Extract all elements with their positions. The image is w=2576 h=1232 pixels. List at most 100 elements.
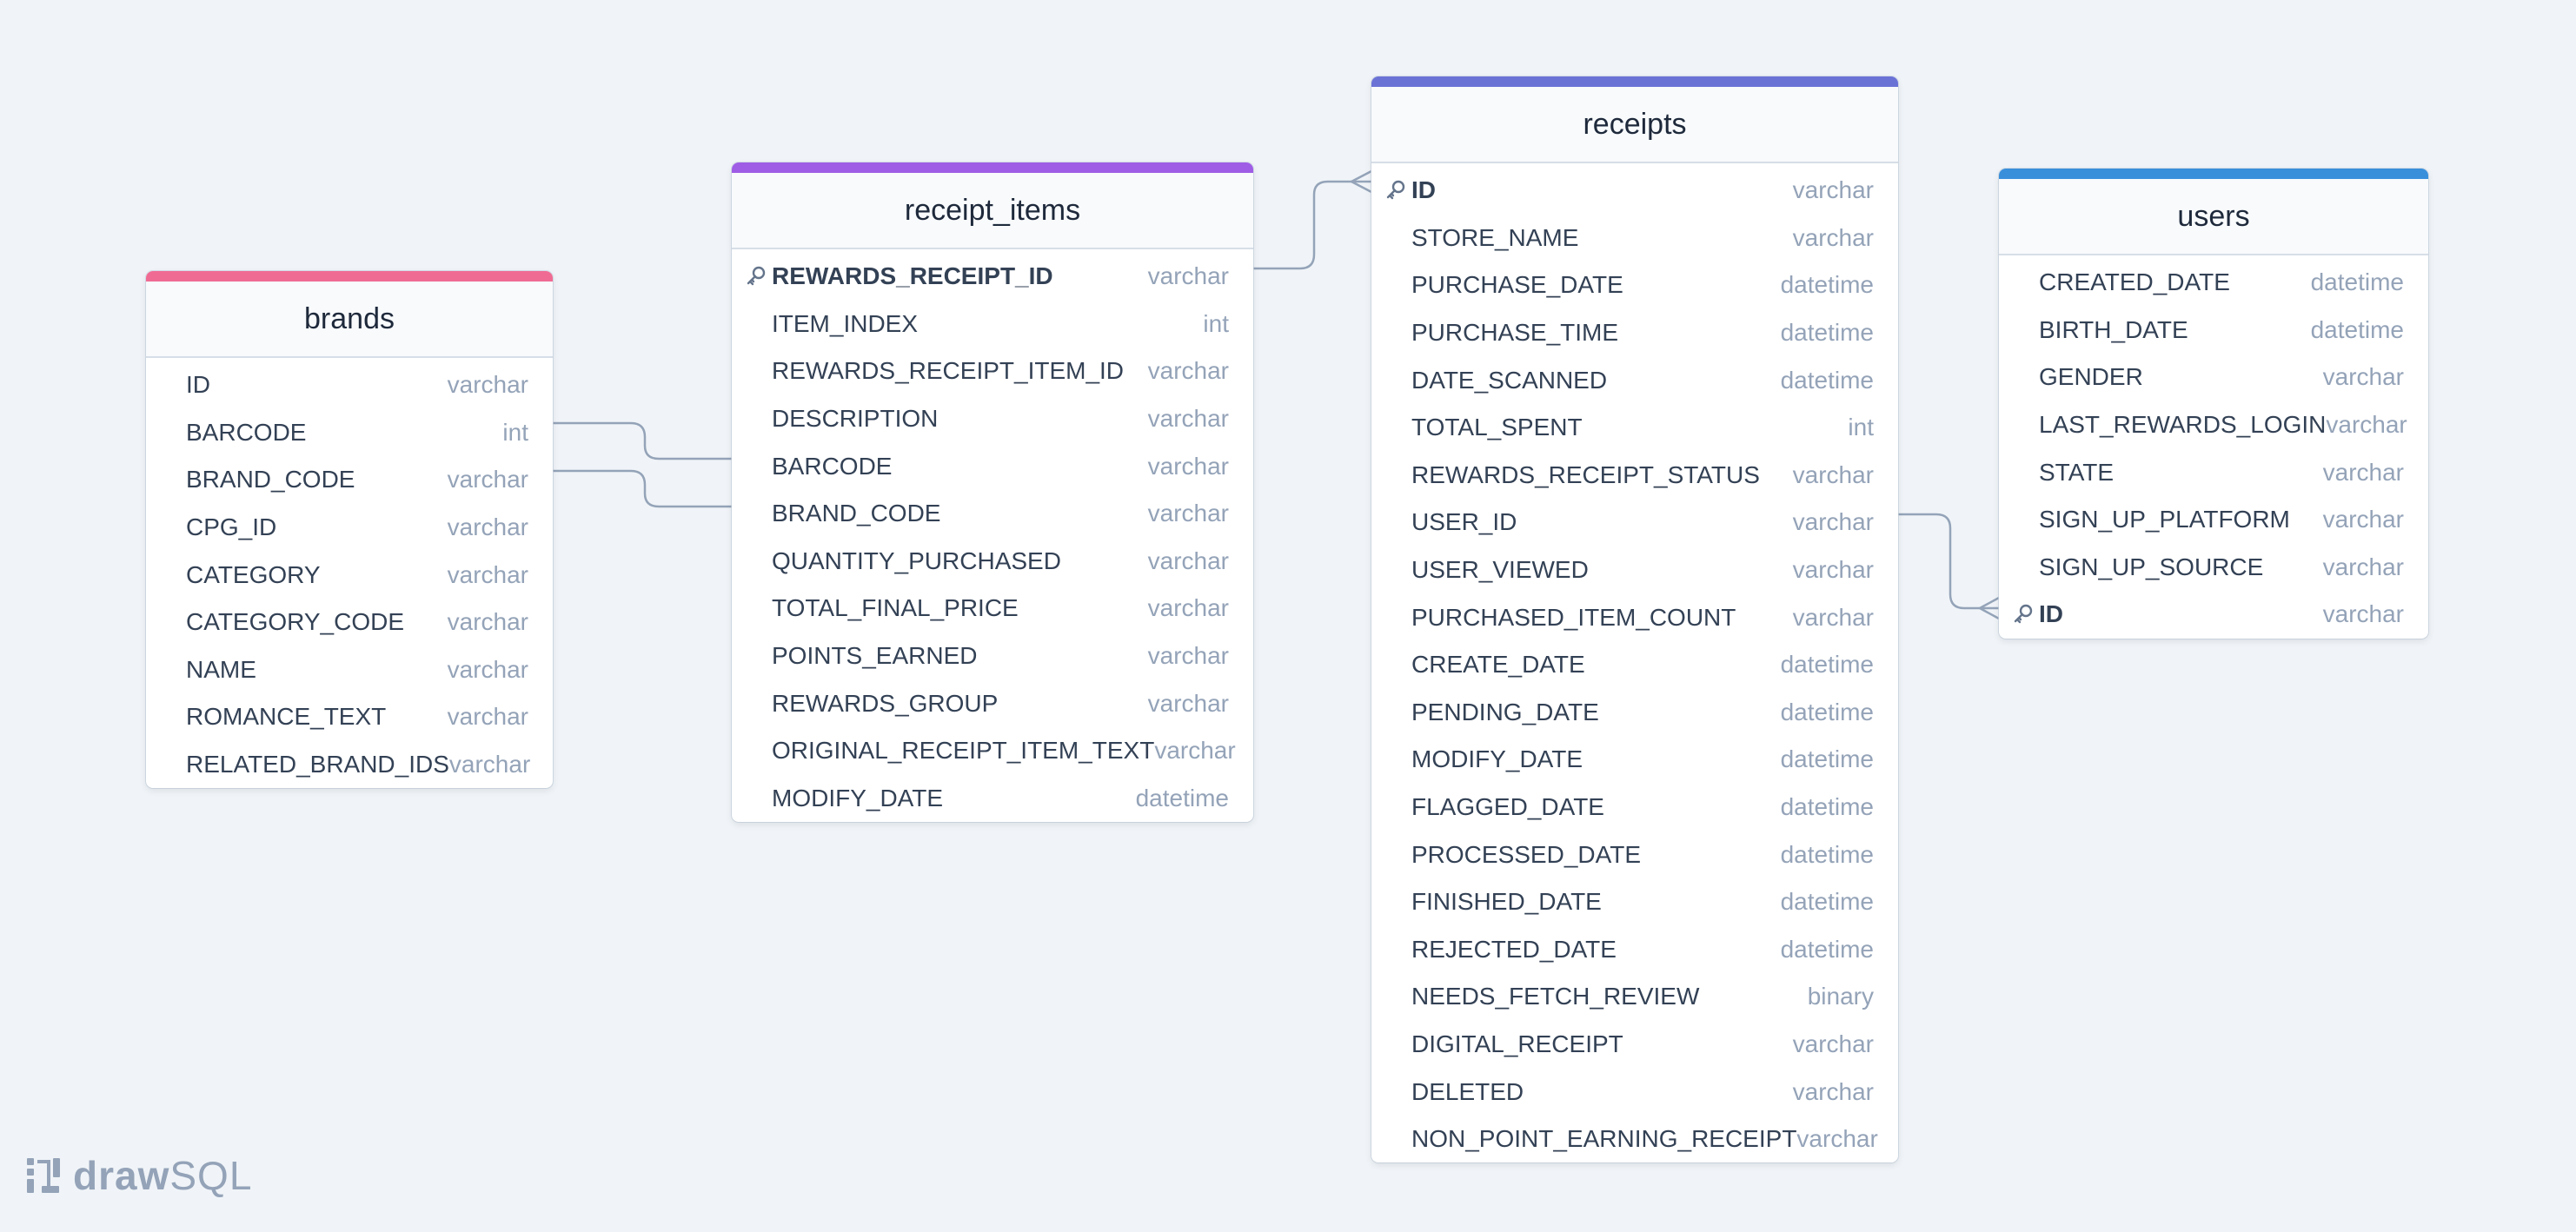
- column-type: varchar: [1792, 1077, 1874, 1105]
- column-row[interactable]: PURCHASE_DATE datetime: [1371, 262, 1898, 309]
- column-name: SIGN_UP_PLATFORM: [2039, 506, 2290, 533]
- column-row[interactable]: STATE varchar: [1999, 448, 2428, 496]
- column-row[interactable]: ID varchar: [1371, 167, 1898, 215]
- column-row[interactable]: REJECTED_DATE datetime: [1371, 926, 1898, 974]
- column-type: varchar: [447, 560, 528, 588]
- column-row[interactable]: FLAGGED_DATE datetime: [1371, 784, 1898, 831]
- column-row[interactable]: DATE_SCANNED datetime: [1371, 356, 1898, 404]
- column-type: varchar: [2322, 363, 2404, 391]
- column-type: datetime: [1780, 698, 1874, 725]
- column-row[interactable]: ID varchar: [146, 361, 553, 409]
- table-receipts[interactable]: receipts ID varchar STORE_NAME varchar PURCH…: [1371, 76, 1898, 1163]
- column-row[interactable]: CATEGORY_CODE varchar: [146, 599, 553, 646]
- column-row[interactable]: ITEM_INDEX int: [732, 301, 1253, 348]
- column-row[interactable]: QUANTITY_PURCHASED varchar: [732, 538, 1253, 586]
- column-row[interactable]: TOTAL_SPENT int: [1371, 404, 1898, 452]
- column-row[interactable]: USER_VIEWED varchar: [1371, 546, 1898, 594]
- column-row[interactable]: GENDER varchar: [1999, 354, 2428, 401]
- column-row[interactable]: POINTS_EARNED varchar: [732, 633, 1253, 680]
- column-name: MODIFY_DATE: [772, 784, 944, 811]
- column-row[interactable]: BIRTH_DATE datetime: [1999, 307, 2428, 354]
- column-type: varchar: [1792, 556, 1874, 584]
- column-type: datetime: [1780, 366, 1874, 394]
- column-type: datetime: [1780, 319, 1874, 347]
- column-row[interactable]: REWARDS_GROUP varchar: [732, 679, 1253, 727]
- column-row[interactable]: DESCRIPTION varchar: [732, 395, 1253, 443]
- table-header[interactable]: receipt_items: [732, 173, 1253, 249]
- column-row[interactable]: MODIFY_DATE datetime: [1371, 736, 1898, 784]
- table-header[interactable]: brands: [146, 282, 553, 358]
- table-header[interactable]: receipts: [1371, 87, 1898, 163]
- column-type: varchar: [1792, 508, 1874, 536]
- column-row[interactable]: BARCODE varchar: [732, 442, 1253, 490]
- column-name: ITEM_INDEX: [772, 309, 919, 337]
- relationship-line-receipt-id[interactable]: [1253, 180, 1371, 270]
- column-list: REWARDS_RECEIPT_ID varchar ITEM_INDEX int RE…: [732, 249, 1253, 822]
- column-row[interactable]: PENDING_DATE datetime: [1371, 689, 1898, 737]
- column-row[interactable]: TOTAL_FINAL_PRICE varchar: [732, 585, 1253, 633]
- column-name: LAST_REWARDS_LOGIN: [2039, 411, 2327, 439]
- table-users[interactable]: users CREATED_DATE datetime BIRTH_DATE date…: [1999, 169, 2428, 639]
- column-row[interactable]: USER_ID varchar: [1371, 499, 1898, 546]
- column-type: varchar: [1796, 1125, 1878, 1153]
- column-row[interactable]: FINISHED_DATE datetime: [1371, 878, 1898, 926]
- column-type: datetime: [1780, 935, 1874, 963]
- column-list: ID varchar STORE_NAME varchar PURCHASE_DATE d…: [1371, 163, 1898, 1162]
- column-row[interactable]: RELATED_BRAND_IDS varchar: [146, 741, 553, 789]
- column-name: REWARDS_RECEIPT_ID: [772, 262, 1053, 290]
- column-type: varchar: [2322, 458, 2404, 486]
- column-name: PURCHASE_TIME: [1411, 319, 1619, 347]
- column-type: datetime: [2310, 268, 2404, 296]
- column-name: CATEGORY_CODE: [186, 608, 405, 636]
- column-row[interactable]: ORIGINAL_RECEIPT_ITEM_TEXT varchar: [732, 727, 1253, 775]
- column-list: ID varchar BARCODE int BRAND_CODE varchar CPG_…: [146, 358, 553, 788]
- column-row[interactable]: CREATE_DATE datetime: [1371, 641, 1898, 689]
- column-row[interactable]: SIGN_UP_SOURCE varchar: [1999, 544, 2428, 592]
- column-row[interactable]: CREATED_DATE datetime: [1999, 259, 2428, 307]
- column-row[interactable]: SIGN_UP_PLATFORM varchar: [1999, 496, 2428, 544]
- table-header[interactable]: users: [1999, 179, 2428, 255]
- column-row[interactable]: STORE_NAME varchar: [1371, 215, 1898, 262]
- column-type: varchar: [1154, 737, 1236, 765]
- column-name: GENDER: [2039, 363, 2143, 391]
- drawsql-logo[interactable]: drawSQL: [24, 1152, 252, 1199]
- column-row[interactable]: PURCHASED_ITEM_COUNT varchar: [1371, 593, 1898, 641]
- column-row[interactable]: NEEDS_FETCH_REVIEW binary: [1371, 973, 1898, 1021]
- column-row[interactable]: REWARDS_RECEIPT_ITEM_ID varchar: [732, 348, 1253, 395]
- column-row[interactable]: PROCESSED_DATE datetime: [1371, 831, 1898, 878]
- column-type: int: [1848, 414, 1874, 441]
- column-row[interactable]: ID varchar: [1999, 591, 2428, 639]
- column-type: varchar: [447, 608, 528, 636]
- column-name: CATEGORY: [186, 560, 321, 588]
- column-name: PROCESSED_DATE: [1411, 840, 1641, 868]
- column-type: varchar: [2326, 411, 2407, 439]
- column-row[interactable]: DELETED varchar: [1371, 1068, 1898, 1116]
- table-color-bar: [1999, 169, 2428, 179]
- column-row[interactable]: DIGITAL_RECEIPT varchar: [1371, 1021, 1898, 1069]
- relationship-line-brand-code[interactable]: [553, 469, 732, 508]
- relationship-line-user-id[interactable]: [1898, 513, 1999, 610]
- column-row[interactable]: BARCODE int: [146, 409, 553, 457]
- column-type: datetime: [1780, 793, 1874, 821]
- column-row[interactable]: NON_POINT_EARNING_RECEIPT varchar: [1371, 1116, 1898, 1163]
- column-row[interactable]: CPG_ID varchar: [146, 504, 553, 552]
- column-row[interactable]: REWARDS_RECEIPT_ID varchar: [732, 253, 1253, 301]
- relationship-line-barcode[interactable]: [553, 421, 732, 460]
- column-row[interactable]: PURCHASE_TIME datetime: [1371, 309, 1898, 357]
- column-row[interactable]: NAME varchar: [146, 646, 553, 694]
- column-name: MODIFY_DATE: [1411, 745, 1583, 773]
- column-type: varchar: [1147, 405, 1229, 433]
- column-row[interactable]: MODIFY_DATE datetime: [732, 775, 1253, 823]
- drawsql-wordmark-bold: draw: [73, 1153, 170, 1198]
- column-row[interactable]: LAST_REWARDS_LOGIN varchar: [1999, 401, 2428, 449]
- column-type: datetime: [1780, 840, 1874, 868]
- column-type: varchar: [447, 703, 528, 731]
- column-row[interactable]: BRAND_CODE varchar: [146, 456, 553, 504]
- column-row[interactable]: ROMANCE_TEXT varchar: [146, 693, 553, 741]
- column-row[interactable]: REWARDS_RECEIPT_STATUS varchar: [1371, 452, 1898, 500]
- table-brands[interactable]: brands ID varchar BARCODE int BRAND_CODE varc…: [146, 271, 553, 789]
- table-receipt-items[interactable]: receipt_items REWARDS_RECEIPT_ID varchar I…: [732, 162, 1253, 823]
- column-row[interactable]: CATEGORY varchar: [146, 551, 553, 599]
- column-name: TOTAL_SPENT: [1411, 414, 1583, 441]
- column-row[interactable]: BRAND_CODE varchar: [732, 490, 1253, 538]
